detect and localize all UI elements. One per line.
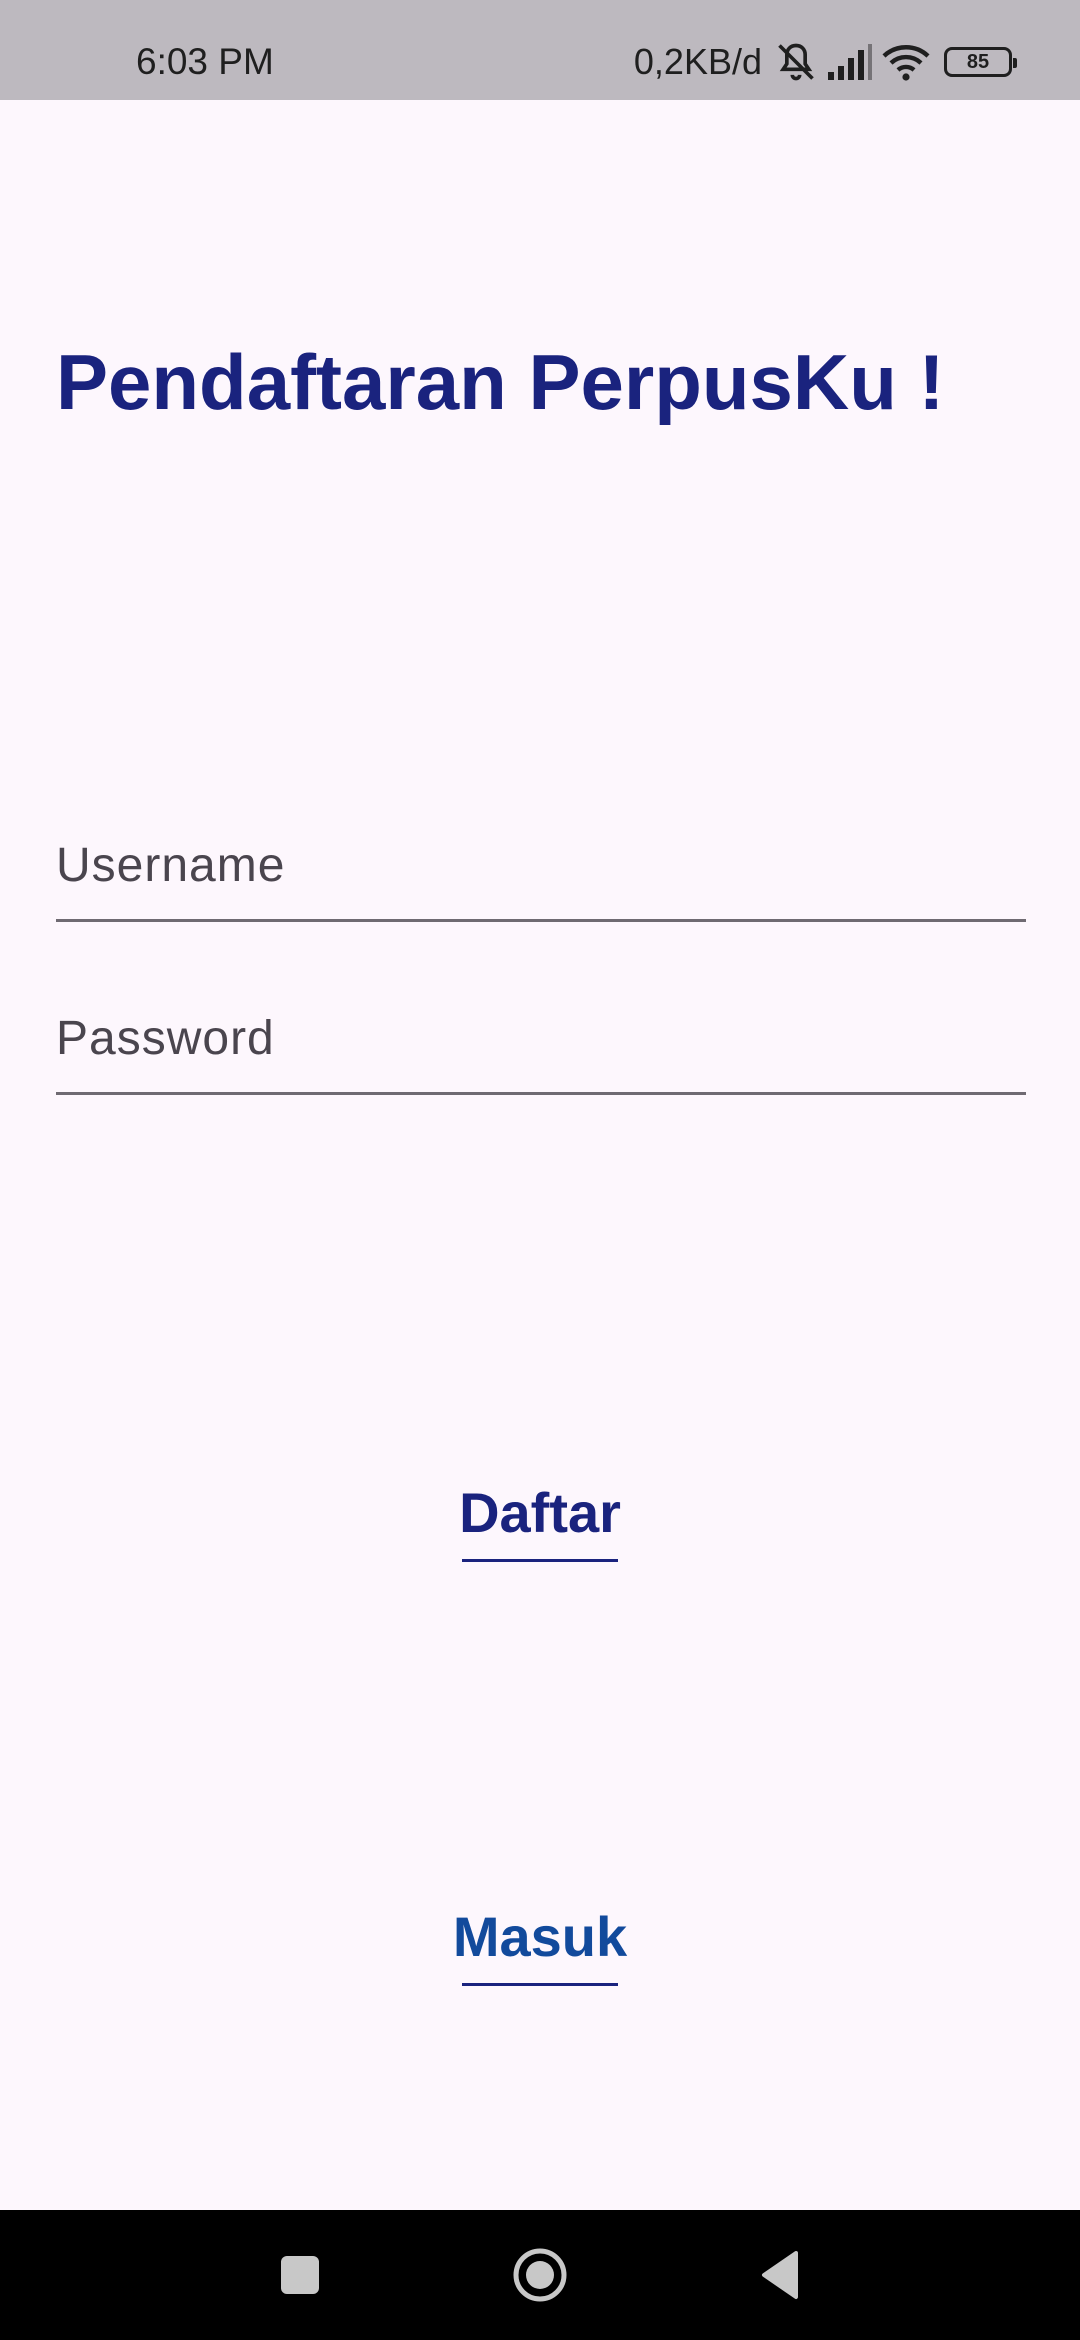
screen: 6:03 PM 0,2KB/d 85 Pendaftaran PerpusKu … xyxy=(0,0,1080,2340)
navigation-bar xyxy=(0,2210,1080,2340)
page-title: Pendaftaran PerpusKu ! xyxy=(56,338,945,426)
password-field[interactable] xyxy=(56,985,1026,1095)
register-button-label: Daftar xyxy=(459,1480,621,1544)
home-circle-icon xyxy=(513,2248,567,2302)
password-input[interactable] xyxy=(56,985,1026,1092)
status-icons: 0,2KB/d 85 xyxy=(633,38,1017,86)
mute-bell-icon xyxy=(774,40,818,84)
signal-icon xyxy=(826,42,874,82)
register-button[interactable]: Daftar xyxy=(440,1466,640,1576)
register-button-underline xyxy=(462,1558,618,1562)
login-button[interactable]: Masuk xyxy=(440,1890,640,2000)
status-bar: 6:03 PM 0,2KB/d 85 xyxy=(0,0,1080,100)
battery-level: 85 xyxy=(966,51,990,73)
login-button-underline xyxy=(462,1982,618,1986)
battery-icon: 85 xyxy=(944,47,1017,77)
username-field[interactable] xyxy=(56,812,1026,922)
network-speed: 0,2KB/d xyxy=(633,41,762,82)
back-triangle-icon xyxy=(762,2251,798,2299)
home-button[interactable] xyxy=(495,2230,585,2320)
username-input[interactable] xyxy=(56,812,1026,919)
back-button[interactable] xyxy=(735,2230,825,2320)
recents-button[interactable] xyxy=(255,2230,345,2320)
wifi-icon xyxy=(882,42,930,82)
status-time: 6:03 PM xyxy=(136,41,274,82)
recents-square-icon xyxy=(281,2256,319,2294)
login-button-label: Masuk xyxy=(452,1904,628,1968)
